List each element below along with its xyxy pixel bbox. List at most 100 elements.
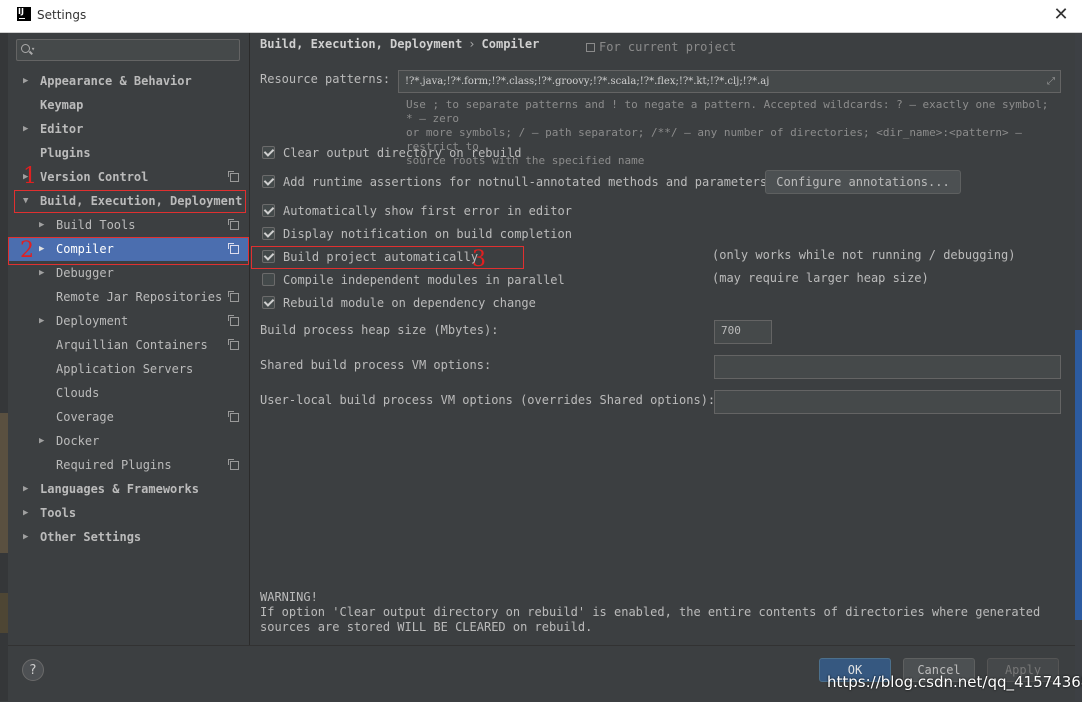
background-window-strip bbox=[0, 33, 8, 701]
expand-arrow-icon[interactable]: ▶ bbox=[39, 309, 44, 333]
project-scope-icon bbox=[228, 339, 239, 350]
breadcrumb-parent[interactable]: Build, Execution, Deployment bbox=[260, 37, 462, 51]
project-scope-icon bbox=[228, 171, 239, 182]
title-bar: IJ Settings ✕ bbox=[0, 0, 1082, 33]
expand-arrow-icon[interactable]: ▶ bbox=[23, 501, 28, 525]
project-scope-icon bbox=[228, 459, 239, 470]
window-title: Settings bbox=[37, 8, 87, 22]
expand-arrow-icon[interactable]: ▶ bbox=[23, 117, 28, 141]
checkbox-label: Display notification on build completion bbox=[283, 227, 572, 241]
expand-arrow-icon[interactable]: ▶ bbox=[23, 525, 28, 549]
close-icon[interactable]: ✕ bbox=[1050, 4, 1072, 26]
shared-vm-options-label: Shared build process VM options: bbox=[260, 358, 492, 372]
expand-arrow-icon[interactable]: ▶ bbox=[39, 429, 44, 453]
resource-patterns-value: !?*.java;!?*.form;!?*.class;!?*.groovy;!… bbox=[405, 76, 770, 87]
background-window-strip-right bbox=[1075, 33, 1082, 701]
tree-item-label: Appearance & Behavior bbox=[40, 74, 192, 88]
checkbox-checked[interactable] bbox=[262, 227, 275, 240]
intellij-logo-icon: IJ bbox=[17, 7, 31, 21]
expand-arrow-icon[interactable]: ▶ bbox=[23, 477, 28, 501]
tree-item-label: Clouds bbox=[56, 386, 100, 400]
checkbox-checked[interactable] bbox=[262, 204, 275, 217]
breadcrumb-current: Compiler bbox=[481, 37, 540, 51]
scope-text: For current project bbox=[599, 40, 737, 54]
search-icon bbox=[21, 44, 30, 53]
annotation-marker-1: 1 bbox=[23, 164, 37, 189]
warning-line: sources are stored WILL BE CLEARED on re… bbox=[260, 620, 593, 634]
tree-item-docker[interactable]: ▶ Docker bbox=[8, 429, 249, 453]
tree-item-remote-jar-repositories[interactable]: Remote Jar Repositories bbox=[8, 285, 249, 309]
tree-item-label: Languages & Frameworks bbox=[40, 482, 199, 496]
tree-item-label: Editor bbox=[40, 122, 84, 136]
tree-item-label: Remote Jar Repositories bbox=[56, 290, 223, 304]
checkbox-checked[interactable] bbox=[262, 146, 275, 159]
tree-item-arquillian-containers[interactable]: Arquillian Containers bbox=[8, 333, 249, 357]
tree-item-coverage[interactable]: Coverage bbox=[8, 405, 249, 429]
user-vm-options-input[interactable] bbox=[714, 390, 1061, 414]
checkbox-unchecked[interactable] bbox=[262, 273, 275, 286]
tree-item-plugins[interactable]: Plugins bbox=[8, 141, 249, 165]
annotation-box-2 bbox=[8, 237, 249, 265]
warning-line: If option 'Clear output directory on reb… bbox=[260, 605, 1041, 619]
rebuild-warning: WARNING! If option 'Clear output directo… bbox=[260, 590, 1040, 635]
checkbox-label: Rebuild module on dependency change bbox=[283, 296, 536, 310]
checkbox-label: Automatically show first error in editor bbox=[283, 204, 572, 218]
tree-item-application-servers[interactable]: Application Servers bbox=[8, 357, 249, 381]
tree-item-label: Coverage bbox=[56, 410, 114, 424]
tree-item-version-control[interactable]: ▶ Version Control bbox=[8, 165, 249, 189]
build-auto-note: (only works while not running / debuggin… bbox=[712, 248, 1016, 262]
tree-item-label: Build Tools bbox=[56, 218, 136, 232]
expand-arrow-icon[interactable]: ▶ bbox=[39, 213, 44, 237]
expand-field-icon[interactable]: ⤢ bbox=[1047, 71, 1055, 92]
tree-item-tools[interactable]: ▶ Tools bbox=[8, 501, 249, 525]
checkbox-checked[interactable] bbox=[262, 250, 275, 263]
project-scope-icon bbox=[586, 43, 595, 52]
heap-size-label: Build process heap size (Mbytes): bbox=[260, 323, 499, 337]
expand-arrow-icon[interactable]: ▶ bbox=[23, 69, 28, 93]
tree-item-label: Plugins bbox=[40, 146, 91, 160]
search-dropdown-icon[interactable]: ▾ bbox=[31, 45, 35, 53]
help-button[interactable]: ? bbox=[22, 659, 44, 681]
tree-item-label: Docker bbox=[56, 434, 100, 448]
resource-patterns-label: Resource patterns: bbox=[260, 72, 391, 86]
user-vm-options-label: User-local build process VM options (ove… bbox=[260, 393, 716, 407]
checkbox-label: Build project automatically bbox=[283, 250, 479, 264]
tree-item-label: Deployment bbox=[56, 314, 129, 328]
project-scope-icon bbox=[228, 219, 239, 230]
checkbox-label: Clear output directory on rebuild bbox=[283, 146, 522, 160]
warning-title: WARNING! bbox=[260, 590, 318, 604]
breadcrumb: Build, Execution, Deployment › Compiler bbox=[260, 37, 539, 51]
configure-annotations-button[interactable]: Configure annotations... bbox=[765, 170, 961, 194]
tree-item-editor[interactable]: ▶ Editor bbox=[8, 117, 249, 141]
breadcrumb-separator: › bbox=[468, 37, 476, 51]
checkbox-label: Add runtime assertions for notnull-annot… bbox=[283, 175, 768, 189]
hint-line: Use ; to separate patterns and ! to nega… bbox=[406, 98, 1049, 125]
annotation-box-1 bbox=[14, 190, 246, 213]
tree-item-build-tools[interactable]: ▶ Build Tools bbox=[8, 213, 249, 237]
shared-vm-options-input[interactable] bbox=[714, 355, 1061, 379]
annotation-marker-2: 2 bbox=[20, 238, 34, 263]
checkbox-checked[interactable] bbox=[262, 175, 275, 188]
checkbox-checked[interactable] bbox=[262, 296, 275, 309]
tree-item-label: Other Settings bbox=[40, 530, 142, 544]
tree-item-label: Application Servers bbox=[56, 362, 194, 376]
project-scope-icon bbox=[228, 411, 239, 422]
scope-label: For current project bbox=[586, 40, 736, 54]
tree-item-languages-frameworks[interactable]: ▶ Languages & Frameworks bbox=[8, 477, 249, 501]
checkbox-label: Compile independent modules in parallel bbox=[283, 273, 565, 287]
project-scope-icon bbox=[228, 315, 239, 326]
tree-item-other-settings[interactable]: ▶ Other Settings bbox=[8, 525, 249, 549]
tree-item-keymap[interactable]: Keymap bbox=[8, 93, 249, 117]
tree-item-appearance-behavior[interactable]: ▶ Appearance & Behavior bbox=[8, 69, 249, 93]
tree-item-deployment[interactable]: ▶ Deployment bbox=[8, 309, 249, 333]
tree-item-label: Keymap bbox=[40, 98, 84, 112]
resource-patterns-input[interactable]: !?*.java;!?*.form;!?*.class;!?*.groovy;!… bbox=[398, 70, 1061, 93]
heap-size-input[interactable]: 700 bbox=[714, 320, 772, 344]
search-input[interactable]: ▾ bbox=[16, 39, 240, 61]
project-scope-icon bbox=[228, 291, 239, 302]
watermark-url: https://blog.csdn.net/qq_41574368 bbox=[827, 673, 1082, 691]
tree-item-clouds[interactable]: Clouds bbox=[8, 381, 249, 405]
tree-item-label: Required Plugins bbox=[56, 458, 172, 472]
tree-item-required-plugins[interactable]: Required Plugins bbox=[8, 453, 249, 477]
tree-item-label: Tools bbox=[40, 506, 77, 520]
